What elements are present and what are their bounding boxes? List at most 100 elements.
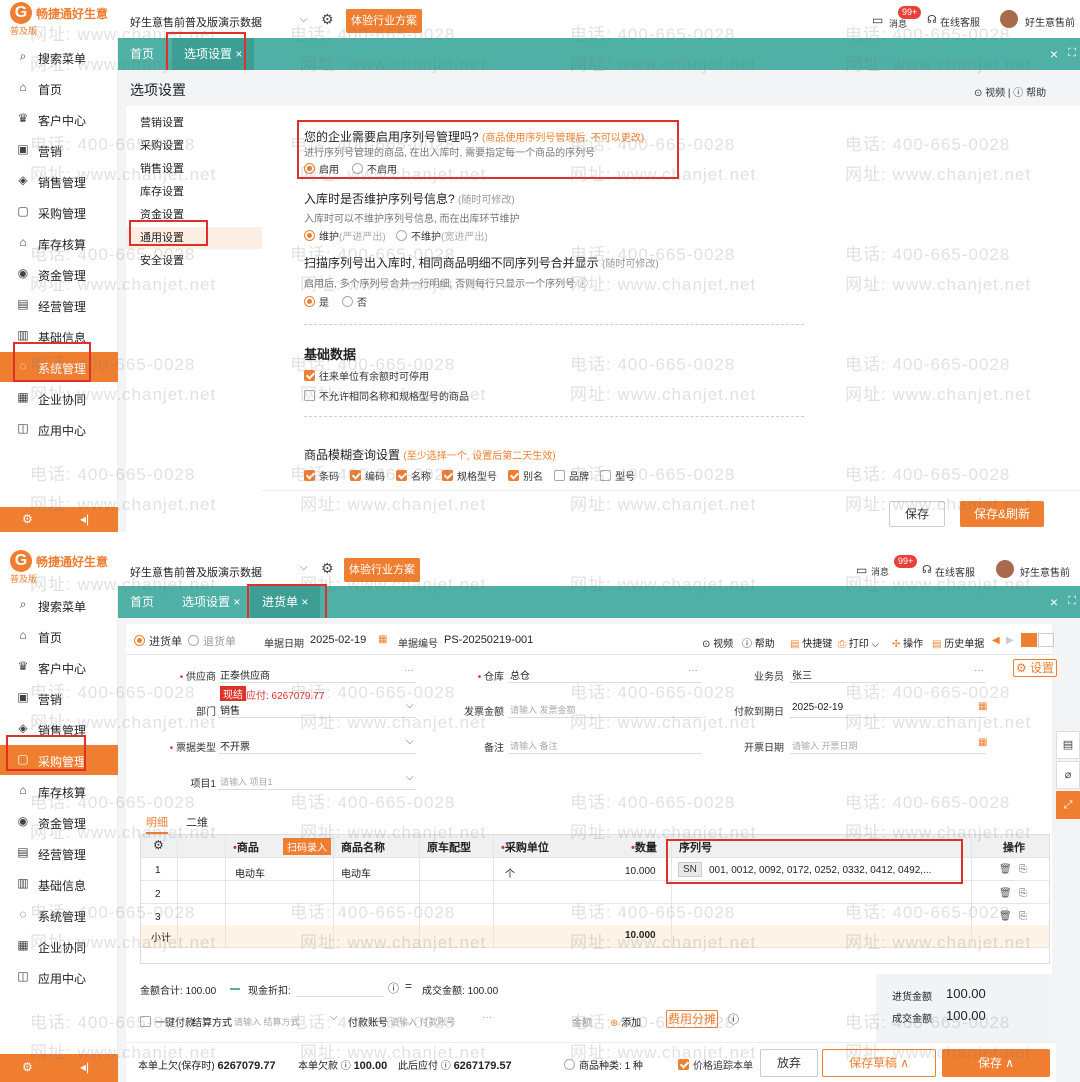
sidebar-item-info[interactable]: ▥ 基础信息	[0, 869, 118, 899]
salesman-value[interactable]: 张三	[792, 667, 812, 682]
delete-icon[interactable]: 🗑	[999, 864, 1012, 875]
calendar-icon[interactable]: ▦	[978, 701, 987, 712]
cb-no-duplicate-product[interactable]: 不允许相同名称和规格型号的商品	[304, 388, 469, 403]
delete-icon[interactable]: 🗑	[999, 888, 1012, 899]
fuzzy-option[interactable]: 编码	[350, 468, 385, 483]
settings-menu-item[interactable]: 资金设置	[126, 204, 262, 226]
messages-label[interactable]: 消息	[871, 565, 889, 578]
sidebar-item-system[interactable]: ◌ 系统管理	[0, 352, 118, 382]
merge-yes-radio[interactable]: 是	[304, 294, 329, 309]
try-industry-button[interactable]: 体验行业方案	[344, 558, 420, 582]
merge-no-radio[interactable]: 否	[342, 294, 367, 309]
doc-type-return[interactable]: 退货单	[188, 633, 236, 649]
dept-value[interactable]: 销售	[220, 702, 240, 717]
sidebar-item-system[interactable]: ◌ 系统管理	[0, 900, 118, 930]
sidebar-item-app[interactable]: ◫ 应用中心	[0, 414, 118, 444]
remark-input[interactable]: 请输入 备注	[510, 739, 558, 752]
calendar-icon[interactable]: ▦	[378, 634, 387, 645]
sidebar-item-report[interactable]: ▤ 经营管理	[0, 838, 118, 868]
chevron-down-icon[interactable]: ⌵	[300, 14, 308, 25]
more-icon[interactable]: ···	[974, 665, 984, 676]
cb-disable-with-balance[interactable]: 往来单位有余额时可停用	[304, 368, 429, 383]
headset-icon[interactable]: ☊	[922, 563, 932, 576]
fuzzy-option[interactable]: 条码	[304, 468, 339, 483]
sidebar-item-sales[interactable]: ◈ 销售管理	[0, 714, 118, 744]
sidebar-item-sales[interactable]: ◈ 销售管理	[0, 166, 118, 196]
chevron-down-icon[interactable]: ⌵	[406, 700, 414, 711]
row-qty[interactable]: 10.000	[625, 866, 656, 877]
doc-type-purchase[interactable]: 进货单	[134, 633, 182, 649]
online-service-label[interactable]: 在线客服	[940, 14, 980, 29]
serial-enable-radio[interactable]: 启用	[304, 161, 339, 176]
row-product[interactable]: 电动车	[235, 865, 265, 880]
warehouse-value[interactable]: 总仓	[510, 667, 530, 682]
sidebar-item-cooperation[interactable]: ▦ 企业协同	[0, 931, 118, 961]
fuzzy-option[interactable]: 品牌	[554, 468, 589, 483]
user-name[interactable]: 好生意售前	[1025, 14, 1075, 29]
copy-icon[interactable]: ⎘	[1019, 864, 1027, 875]
toolbar-history[interactable]: ▤ 历史单据	[932, 635, 984, 650]
settings-icon[interactable]: ⚙	[321, 560, 334, 577]
sidebar-item-gift[interactable]: ▣ 营销	[0, 135, 118, 165]
more-icon[interactable]: ···	[482, 1012, 492, 1023]
delete-icon[interactable]: 🗑	[999, 911, 1012, 922]
grid-settings-icon[interactable]: ⚙	[153, 838, 164, 852]
sidebar-item-home[interactable]: ⌂ 首页	[0, 621, 118, 651]
avatar[interactable]	[1000, 10, 1018, 28]
settings-menu-item[interactable]: 采购设置	[126, 135, 262, 157]
item1-input[interactable]: 请输入 项目1	[220, 775, 273, 788]
info-icon[interactable]: ⓘ	[388, 980, 399, 996]
settings-menu-item[interactable]: 安全设置	[126, 250, 262, 272]
sidebar-item-purchase[interactable]: ▢ 采购管理	[0, 197, 118, 227]
sidebar-item-app[interactable]: ◫ 应用中心	[0, 962, 118, 992]
prev-icon[interactable]: ◀	[992, 635, 1000, 646]
settings-menu-item[interactable]: 库存设置	[126, 181, 262, 203]
sidebar-item-info[interactable]: ▥ 基础信息	[0, 321, 118, 351]
toolbar-operation[interactable]: ✣ 操作	[892, 635, 923, 650]
headset-icon[interactable]: ☊	[927, 13, 937, 26]
chevron-down-icon[interactable]: ⌵	[406, 736, 414, 747]
sn-tag[interactable]: SN	[678, 862, 702, 877]
settings-button[interactable]: ⚙ 设置	[1013, 659, 1057, 677]
tab-options[interactable]: 选项设置 ×	[170, 586, 252, 618]
help-links[interactable]: ⊙ 视频 | ⓘ 帮助	[974, 84, 1046, 99]
sidebar-item-trophy[interactable]: ♛ 客户中心	[0, 652, 118, 682]
sidebar-item-gift[interactable]: ▣ 营销	[0, 683, 118, 713]
sidebar-item-warehouse[interactable]: ⌂ 库存核算	[0, 228, 118, 258]
sidebar-item-search[interactable]: ⌕ 搜索菜单	[0, 590, 118, 620]
date-value[interactable]: 2025-02-19	[310, 634, 366, 646]
online-service-label[interactable]: 在线客服	[935, 564, 975, 579]
grid-view-icon[interactable]	[1038, 633, 1054, 647]
calendar-icon[interactable]: ▦	[978, 737, 987, 748]
settings-menu-item[interactable]: 销售设置	[126, 158, 262, 180]
sidebar-item-cooperation[interactable]: ▦ 企业协同	[0, 383, 118, 413]
attachment-icon[interactable]: ⌀	[1056, 761, 1080, 789]
gear-icon[interactable]: ⚙	[22, 512, 33, 526]
settings-menu-item[interactable]: 营销设置	[126, 112, 262, 134]
tab-purchase[interactable]: 进货单 ×	[250, 586, 321, 618]
chevron-down-icon[interactable]: ⌵	[330, 1012, 338, 1023]
settings-menu-item[interactable]: 通用设置	[126, 227, 262, 249]
fuzzy-option[interactable]: 型号	[600, 468, 635, 483]
chevron-down-icon[interactable]: ⌵	[406, 772, 414, 783]
discount-input[interactable]	[296, 996, 384, 997]
message-icon[interactable]: ▭	[872, 13, 883, 27]
maintain-on-radio[interactable]: 维护(严进严出)	[304, 228, 386, 243]
row-unit[interactable]: 个	[505, 865, 515, 880]
settings-icon[interactable]: ⚙	[321, 11, 334, 28]
account-input[interactable]: 请输入 付款账号	[390, 1015, 456, 1028]
fuzzy-option[interactable]: 别名	[508, 468, 543, 483]
chevron-down-icon[interactable]: ⌵	[300, 562, 308, 573]
close-icon[interactable]: ×	[1050, 46, 1058, 62]
add-payment[interactable]: ⊕ 添加	[610, 1014, 641, 1029]
subtab-2d[interactable]: 二维	[186, 814, 208, 830]
toolbar-shortcut[interactable]: ▤ 快捷键	[790, 635, 832, 650]
sidebar-item-money[interactable]: ◉ 资金管理	[0, 807, 118, 837]
save-refresh-button[interactable]: 保存&刷新	[960, 501, 1044, 527]
sidebar-item-report[interactable]: ▤ 经营管理	[0, 290, 118, 320]
note-icon[interactable]: ▤	[1056, 731, 1080, 759]
invoice-amount-input[interactable]: 请输入 发票金额	[510, 703, 576, 716]
fee-share-button[interactable]: 费用分摊	[666, 1010, 718, 1028]
save-draft-button[interactable]: 保存草稿 ∧	[822, 1049, 936, 1077]
try-industry-button[interactable]: 体验行业方案	[346, 9, 422, 33]
